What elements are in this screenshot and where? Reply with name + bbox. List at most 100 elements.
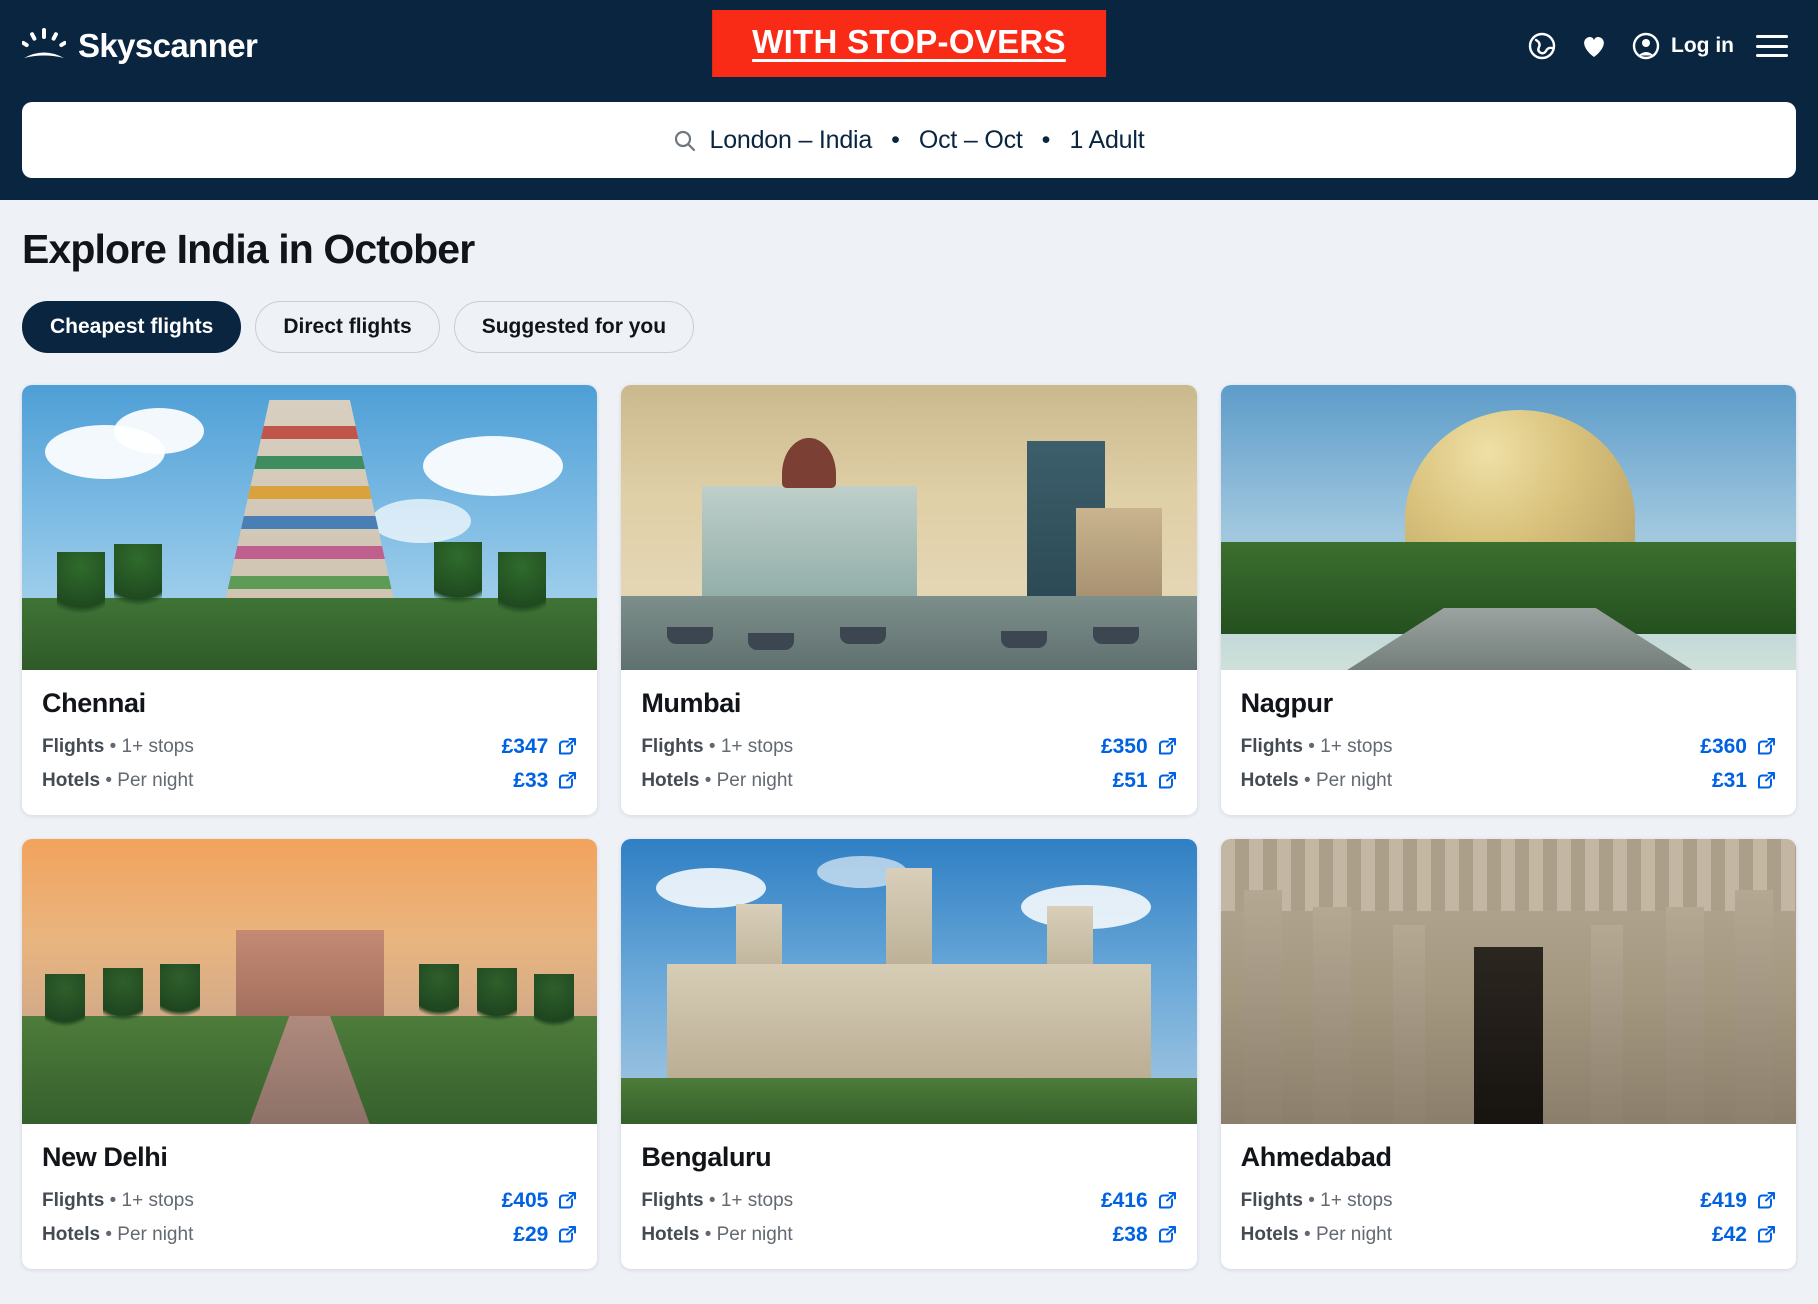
flights-row[interactable]: Flights • 1+ stops £416 — [641, 1189, 1176, 1213]
external-link-icon[interactable] — [1157, 1225, 1177, 1245]
promo-banner-text: WITH STOP-OVERS — [752, 23, 1066, 60]
destination-card[interactable]: Bengaluru Flights • 1+ stops £416 Hotels… — [621, 839, 1197, 1269]
flights-price-group: £416 — [1101, 1189, 1177, 1213]
skyscanner-logo[interactable]: Skyscanner — [22, 26, 258, 66]
tab-cheapest-flights[interactable]: Cheapest flights — [22, 301, 242, 353]
flights-row-label: Flights • 1+ stops — [641, 736, 793, 758]
destination-card-body: Chennai Flights • 1+ stops £347 Hotels •… — [22, 670, 597, 815]
flights-label: Flights — [641, 1190, 704, 1211]
destination-card[interactable]: Nagpur Flights • 1+ stops £360 Hotels • … — [1220, 385, 1796, 815]
tab-suggested-for-you[interactable]: Suggested for you — [453, 301, 695, 353]
external-link-icon[interactable] — [1756, 737, 1776, 757]
external-link-icon[interactable] — [1756, 1191, 1776, 1211]
flights-price-group: £405 — [502, 1189, 578, 1213]
filter-tabs: Cheapest flights Direct flights Suggeste… — [22, 301, 1796, 353]
site-header: Skyscanner WITH STOP-OVERS Log in London… — [0, 0, 1818, 200]
hotels-label: Hotels — [42, 770, 101, 791]
external-link-icon[interactable] — [1157, 737, 1177, 757]
row-bullet: • — [105, 1224, 113, 1245]
login-button[interactable]: Log in — [1631, 31, 1734, 61]
destination-card[interactable]: Mumbai Flights • 1+ stops £350 Hotels • … — [621, 385, 1197, 815]
destination-card-body: Nagpur Flights • 1+ stops £360 Hotels • … — [1221, 670, 1796, 815]
flights-row-label: Flights • 1+ stops — [42, 1190, 194, 1212]
external-link-icon[interactable] — [557, 737, 577, 757]
header-top-bar: Skyscanner WITH STOP-OVERS Log in — [22, 0, 1796, 92]
row-bullet: • — [105, 770, 113, 791]
hamburger-menu-icon[interactable] — [1756, 35, 1788, 57]
destination-photo-ahmedabad — [1220, 839, 1796, 1124]
flights-detail: 1+ stops — [121, 1190, 194, 1211]
globe-icon[interactable] — [1527, 31, 1557, 61]
destination-city-name: New Delhi — [42, 1142, 168, 1172]
search-summary-content: London – India • Oct – Oct • 1 Adult — [673, 126, 1145, 155]
destination-card-body: Ahmedabad Flights • 1+ stops £419 Hotels… — [1221, 1124, 1796, 1269]
hotels-price-group: £38 — [1113, 1223, 1177, 1247]
brand-name: Skyscanner — [78, 27, 258, 64]
flights-detail: 1+ stops — [1320, 1190, 1393, 1211]
flights-label: Flights — [1240, 736, 1303, 757]
tab-direct-flights[interactable]: Direct flights — [255, 301, 440, 353]
hotels-row-label: Hotels • Per night — [1241, 1224, 1392, 1246]
hotels-row-label: Hotels • Per night — [641, 1224, 792, 1246]
flights-detail: 1+ stops — [1320, 736, 1393, 757]
destination-city-name: Bengaluru — [641, 1142, 772, 1172]
external-link-icon[interactable] — [1756, 771, 1776, 791]
external-link-icon[interactable] — [1157, 771, 1177, 791]
destination-photo-new-delhi — [22, 839, 598, 1124]
row-bullet: • — [1304, 1224, 1311, 1245]
hotels-label: Hotels — [1240, 1224, 1299, 1245]
page-title: Explore India in October — [22, 226, 475, 272]
hotels-label: Hotels — [1240, 770, 1299, 791]
flights-label: Flights — [1240, 1190, 1303, 1211]
hotels-label: Hotels — [42, 1224, 101, 1245]
flights-row[interactable]: Flights • 1+ stops £350 — [641, 735, 1176, 759]
hotels-price-group: £33 — [513, 769, 577, 793]
hotels-row[interactable]: Hotels • Per night £29 — [42, 1223, 577, 1247]
search-summary-bar[interactable]: London – India • Oct – Oct • 1 Adult — [22, 102, 1796, 178]
flights-label: Flights — [42, 736, 105, 757]
destination-card-body: New Delhi Flights • 1+ stops £405 Hotels… — [22, 1124, 597, 1269]
flights-row-label: Flights • 1+ stops — [42, 736, 194, 758]
destination-card-body: Mumbai Flights • 1+ stops £350 Hotels • … — [621, 670, 1196, 815]
search-icon — [675, 130, 696, 151]
hotels-label: Hotels — [641, 770, 700, 791]
external-link-icon[interactable] — [557, 1225, 577, 1245]
destination-card-grid: Chennai Flights • 1+ stops £347 Hotels •… — [22, 385, 1796, 1269]
destination-card[interactable]: Ahmedabad Flights • 1+ stops £419 Hotels… — [1220, 839, 1796, 1269]
external-link-icon[interactable] — [557, 1191, 577, 1211]
row-bullet: • — [704, 1224, 712, 1245]
destination-photo-bengaluru — [621, 839, 1197, 1124]
row-bullet: • — [704, 770, 712, 791]
promo-banner[interactable]: WITH STOP-OVERS — [712, 10, 1106, 77]
flights-price: £405 — [501, 1189, 549, 1212]
hotels-row[interactable]: Hotels • Per night £42 — [1241, 1223, 1776, 1247]
destination-city-name: Nagpur — [1240, 688, 1334, 718]
flights-row[interactable]: Flights • 1+ stops £405 — [42, 1189, 577, 1213]
heart-icon[interactable] — [1579, 31, 1609, 61]
hotels-row[interactable]: Hotels • Per night £33 — [42, 769, 577, 793]
flights-row[interactable]: Flights • 1+ stops £347 — [42, 735, 577, 759]
flights-price-group: £347 — [502, 735, 578, 759]
row-bullet: • — [1308, 736, 1315, 757]
external-link-icon[interactable] — [1157, 1191, 1177, 1211]
destination-city-name: Chennai — [42, 688, 146, 718]
destination-photo-mumbai — [621, 385, 1197, 670]
flights-detail: 1+ stops — [121, 736, 194, 757]
external-link-icon[interactable] — [557, 771, 577, 791]
hotels-row[interactable]: Hotels • Per night £38 — [641, 1223, 1176, 1247]
hotels-row-label: Hotels • Per night — [641, 770, 792, 792]
flights-price-group: £360 — [1700, 735, 1776, 759]
destination-card[interactable]: New Delhi Flights • 1+ stops £405 Hotels… — [22, 839, 598, 1269]
hotels-row[interactable]: Hotels • Per night £31 — [1241, 769, 1776, 793]
hotels-row-label: Hotels • Per night — [1241, 770, 1392, 792]
flights-price: £416 — [1100, 1189, 1148, 1212]
main-content: Explore India in October Cheapest flight… — [0, 200, 1818, 1269]
external-link-icon[interactable] — [1756, 1225, 1776, 1245]
row-bullet: • — [109, 1190, 117, 1211]
flights-row[interactable]: Flights • 1+ stops £419 — [1241, 1189, 1776, 1213]
hotels-row[interactable]: Hotels • Per night £51 — [641, 769, 1176, 793]
destination-card[interactable]: Chennai Flights • 1+ stops £347 Hotels •… — [22, 385, 598, 815]
flights-row[interactable]: Flights • 1+ stops £360 — [1241, 735, 1776, 759]
hotels-price-group: £42 — [1712, 1223, 1776, 1247]
destination-city-name: Mumbai — [641, 688, 741, 718]
